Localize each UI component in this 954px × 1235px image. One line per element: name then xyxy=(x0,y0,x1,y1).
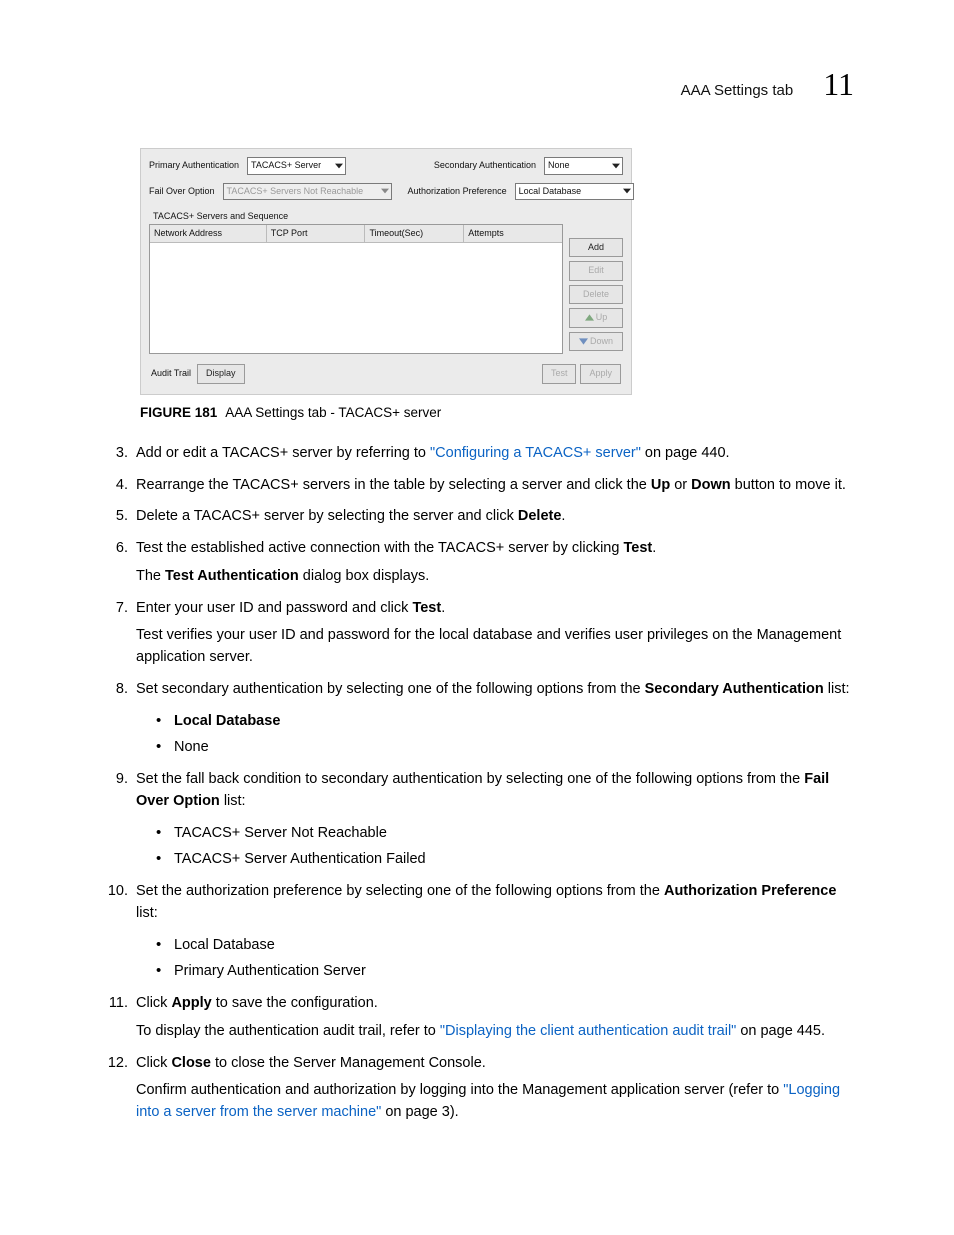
step-3: 3. Add or edit a TACACS+ server by refer… xyxy=(100,443,854,465)
add-button[interactable]: Add xyxy=(569,238,623,258)
edit-button[interactable]: Edit xyxy=(569,261,623,281)
secondary-auth-select[interactable]: None xyxy=(544,157,623,175)
screenshot-aaa-settings: Primary Authentication TACACS+ Server Se… xyxy=(140,148,632,395)
header-section-title: AAA Settings tab xyxy=(681,80,794,103)
secondary-auth-label: Secondary Authentication xyxy=(434,159,536,173)
primary-auth-select[interactable]: TACACS+ Server xyxy=(247,157,346,175)
chevron-down-icon xyxy=(612,163,620,169)
step-4: 4. Rearrange the TACACS+ servers in the … xyxy=(100,475,854,497)
servers-table: Network Address TCP Port Timeout(Sec) At… xyxy=(149,224,563,355)
col-timeout: Timeout(Sec) xyxy=(365,225,464,243)
up-button[interactable]: Up xyxy=(569,308,623,328)
step-5: 5. Delete a TACACS+ server by selecting … xyxy=(100,506,854,528)
step-9: 9. Set the fall back condition to second… xyxy=(100,769,854,871)
link-config-tacacs[interactable]: "Configuring a TACACS+ server" xyxy=(430,445,641,461)
chevron-down-icon xyxy=(335,163,343,169)
col-attempts: Attempts xyxy=(464,225,562,243)
audit-trail-label: Audit Trail xyxy=(151,367,191,381)
apply-button[interactable]: Apply xyxy=(580,364,621,384)
step-6: 6. Test the established active connectio… xyxy=(100,538,854,588)
figure-caption: FIGURE 181AAA Settings tab - TACACS+ ser… xyxy=(140,403,854,423)
header-chapter-number: 11 xyxy=(823,60,854,108)
authpref-label: Authorization Preference xyxy=(408,185,507,199)
failover-label: Fail Over Option xyxy=(149,185,215,199)
step-12: 12. Click Close to close the Server Mana… xyxy=(100,1053,854,1124)
test-button[interactable]: Test xyxy=(542,364,577,384)
triangle-down-icon xyxy=(579,338,588,345)
display-button[interactable]: Display xyxy=(197,364,245,384)
col-tcp-port: TCP Port xyxy=(267,225,366,243)
link-audit-trail[interactable]: "Displaying the client authentication au… xyxy=(440,1023,736,1039)
failover-select[interactable]: TACACS+ Servers Not Reachable xyxy=(223,183,392,201)
step-8: 8. Set secondary authentication by selec… xyxy=(100,679,854,759)
col-network-address: Network Address xyxy=(150,225,267,243)
step-10: 10. Set the authorization preference by … xyxy=(100,881,854,983)
primary-auth-label: Primary Authentication xyxy=(149,159,239,173)
step-7: 7. Enter your user ID and password and c… xyxy=(100,598,854,669)
step-11: 11. Click Apply to save the configuratio… xyxy=(100,993,854,1043)
servers-section-label: TACACS+ Servers and Sequence xyxy=(149,208,623,224)
authpref-select[interactable]: Local Database xyxy=(515,183,634,201)
delete-button[interactable]: Delete xyxy=(569,285,623,305)
chevron-down-icon xyxy=(381,188,389,194)
down-button[interactable]: Down xyxy=(569,332,623,352)
page-header: AAA Settings tab 11 xyxy=(100,60,854,108)
triangle-up-icon xyxy=(585,314,594,321)
chevron-down-icon xyxy=(623,188,631,194)
